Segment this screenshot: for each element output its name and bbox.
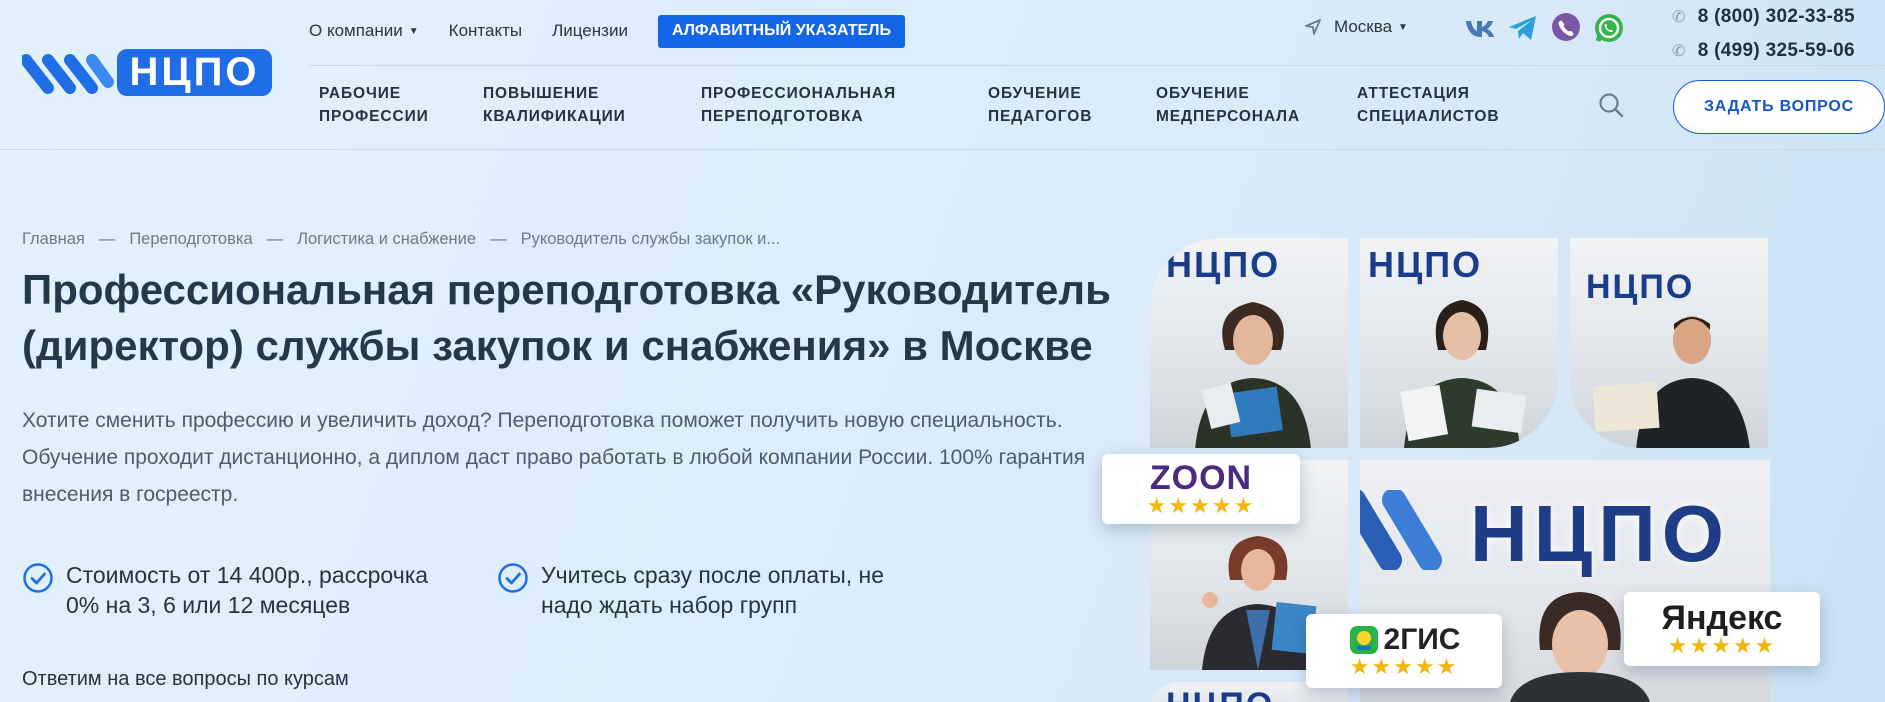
phone-1-number: 8 (800) 302-33-85 — [1697, 6, 1855, 27]
page-title: Профессиональная переподготовка «Руковод… — [22, 266, 1111, 369]
zoon-logo: ZOON — [1149, 459, 1253, 497]
breadcrumb-retraining[interactable]: Переподготовка — [129, 230, 252, 249]
logo-text: НЦПО — [117, 49, 272, 96]
main-nav-item-line: ПЕРЕПОДГОТОВКА — [701, 108, 864, 125]
yandex-rating-badge[interactable]: Яндекс ★★★★★ — [1624, 592, 1820, 666]
nav-contacts[interactable]: Контакты — [449, 21, 522, 41]
phone-1[interactable]: ✆ 8 (800) 302-33-85 — [1672, 0, 1855, 34]
feature-start-text: Учитесь сразу после оплаты, не надо ждат… — [541, 562, 885, 618]
breadcrumb-separator: — — [490, 230, 507, 248]
main-nav-working-professions[interactable]: РАБОЧИЕ ПРОФЕССИИ — [319, 82, 483, 128]
main-nav-item-line: АТТЕСТАЦИЯ — [1357, 85, 1470, 102]
search-icon — [1599, 93, 1624, 118]
main-nav-attestation[interactable]: АТТЕСТАЦИЯ СПЕЦИАЛИСТОВ — [1357, 82, 1557, 128]
main-nav-retraining[interactable]: ПРОФЕССИОНАЛЬНАЯ ПЕРЕПОДГОТОВКА — [701, 82, 988, 128]
nav-licenses[interactable]: Лицензии — [552, 21, 628, 41]
photo-brand-text: НЦПО — [1470, 489, 1730, 578]
photo-brand-text: НЦПО — [1166, 244, 1281, 285]
header-divider — [309, 65, 1885, 66]
main-nav-medical[interactable]: ОБУЧЕНИЕ МЕДПЕРСОНАЛА — [1156, 82, 1357, 128]
logo-mark-icon — [22, 54, 114, 94]
main-nav-item-line: ПРОФЕССИОНАЛЬНАЯ — [701, 85, 897, 102]
2gis-map-pin-icon — [1349, 626, 1378, 654]
main-nav-item-line: ПРОФЕССИИ — [319, 108, 429, 125]
city-label: Москва — [1334, 17, 1393, 36]
student-with-diploma-image — [1195, 302, 1311, 448]
social-links — [1464, 12, 1636, 44]
breadcrumb-logistics[interactable]: Логистика и снабжение — [297, 230, 476, 249]
location-arrow-icon — [1305, 19, 1321, 35]
city-selector[interactable]: Москва ▼ — [1304, 17, 1408, 37]
photo-brand-text: НЦПО — [1166, 686, 1274, 702]
main-nav-item-line: ОБУЧЕНИЕ — [988, 85, 1082, 102]
star-rating: ★★★★★ — [1349, 654, 1459, 679]
2gis-logo: 2ГИС — [1348, 623, 1461, 656]
student-photo: НЦПО — [1150, 238, 1348, 448]
main-nav-qualification[interactable]: ПОВЫШЕНИЕ КВАЛИФИКАЦИИ — [483, 82, 701, 128]
breadcrumb: Главная — Переподготовка — Логистика и с… — [22, 230, 780, 249]
feature-price-text: Стоимость от 14 400р., рассрочка 0% на 3… — [66, 562, 429, 618]
main-nav-item-line: СПЕЦИАЛИСТОВ — [1357, 108, 1500, 125]
alphabet-index-button[interactable]: АЛФАВИТНЫЙ УКАЗАТЕЛЬ — [657, 14, 905, 48]
site-header: НЦПО О компании ▼ Контакты Лицензии АЛФА… — [0, 0, 1885, 150]
feature-price: Стоимость от 14 400р., рассрочка 0% на 3… — [22, 560, 462, 620]
top-nav: О компании ▼ Контакты Лицензии АЛФАВИТНЫ… — [309, 14, 905, 48]
whatsapp-icon[interactable] — [1593, 12, 1625, 44]
vk-icon[interactable] — [1464, 12, 1496, 44]
phone-2-number: 8 (499) 325-59-06 — [1697, 40, 1855, 61]
photo-brand-text: НЦПО — [1368, 244, 1483, 285]
star-rating: ★★★★★ — [1146, 493, 1256, 518]
student-with-diploma-image — [1399, 300, 1527, 448]
main-nav-item-line: ОБУЧЕНИЕ — [1156, 85, 1250, 102]
phone-2[interactable]: ✆ 8 (499) 325-59-06 — [1672, 34, 1855, 68]
feature-start: Учитесь сразу после оплаты, не надо ждат… — [497, 560, 917, 620]
chevron-down-icon: ▼ — [1398, 21, 1408, 33]
ask-question-button[interactable]: ЗАДАТЬ ВОПРОС — [1673, 80, 1885, 134]
check-circle-icon — [23, 563, 53, 593]
breadcrumb-home[interactable]: Главная — [22, 230, 85, 249]
nav-about-label: О компании — [309, 21, 403, 40]
2gis-rating-badge[interactable]: 2ГИС ★★★★★ — [1306, 614, 1502, 688]
telegram-icon[interactable] — [1507, 12, 1539, 44]
zoon-rating-badge[interactable]: ZOON ★★★★★ — [1102, 454, 1300, 524]
student-with-diploma-image — [1592, 316, 1750, 448]
student-photo: НЦПО — [1360, 238, 1558, 448]
student-photo: НЦПО — [1570, 238, 1768, 448]
breadcrumb-current: Руководитель службы закупок и... — [520, 230, 781, 248]
main-nav-item-line: ПОВЫШЕНИЕ — [483, 85, 600, 102]
star-rating: ★★★★★ — [1667, 633, 1777, 658]
main-nav-item-line: КВАЛИФИКАЦИИ — [483, 108, 626, 125]
answer-text: Ответим на все вопросы по курсам — [22, 668, 349, 690]
breadcrumb-separator: — — [266, 230, 284, 248]
check-circle-icon — [498, 563, 528, 593]
viber-icon[interactable] — [1550, 12, 1582, 44]
2gis-logo-text: 2ГИС — [1383, 623, 1461, 656]
phone-list: ✆ 8 (800) 302-33-85 ✆ 8 (499) 325-59-06 — [1672, 0, 1855, 68]
nav-about[interactable]: О компании ▼ — [309, 21, 419, 41]
lead-text: Хотите сменить профессию и увеличить дох… — [22, 409, 1086, 506]
brand-mark-icon — [1360, 490, 1442, 570]
phone-icon: ✆ — [1672, 43, 1686, 60]
main-nav-item-line: МЕДПЕРСОНАЛА — [1156, 108, 1301, 125]
logo[interactable]: НЦПО — [22, 48, 272, 98]
main-nav-item-line: РАБОЧИЕ — [319, 85, 402, 102]
student-photo-gallery: НЦПО НЦПО НЦПО НЦПО ZOON ★★★★★ 2ГИС ★★★★… — [1102, 238, 1820, 702]
yandex-logo: Яндекс — [1661, 599, 1783, 637]
phone-icon: ✆ — [1672, 9, 1686, 26]
main-nav: РАБОЧИЕ ПРОФЕССИИ ПОВЫШЕНИЕ КВАЛИФИКАЦИИ… — [319, 82, 1557, 128]
chevron-down-icon: ▼ — [408, 25, 419, 37]
main-nav-item-line: ПЕДАГОГОВ — [988, 108, 1093, 125]
breadcrumb-separator: — — [98, 230, 116, 248]
main-nav-teachers[interactable]: ОБУЧЕНИЕ ПЕДАГОГОВ — [988, 82, 1156, 128]
search-button[interactable] — [1598, 92, 1624, 123]
